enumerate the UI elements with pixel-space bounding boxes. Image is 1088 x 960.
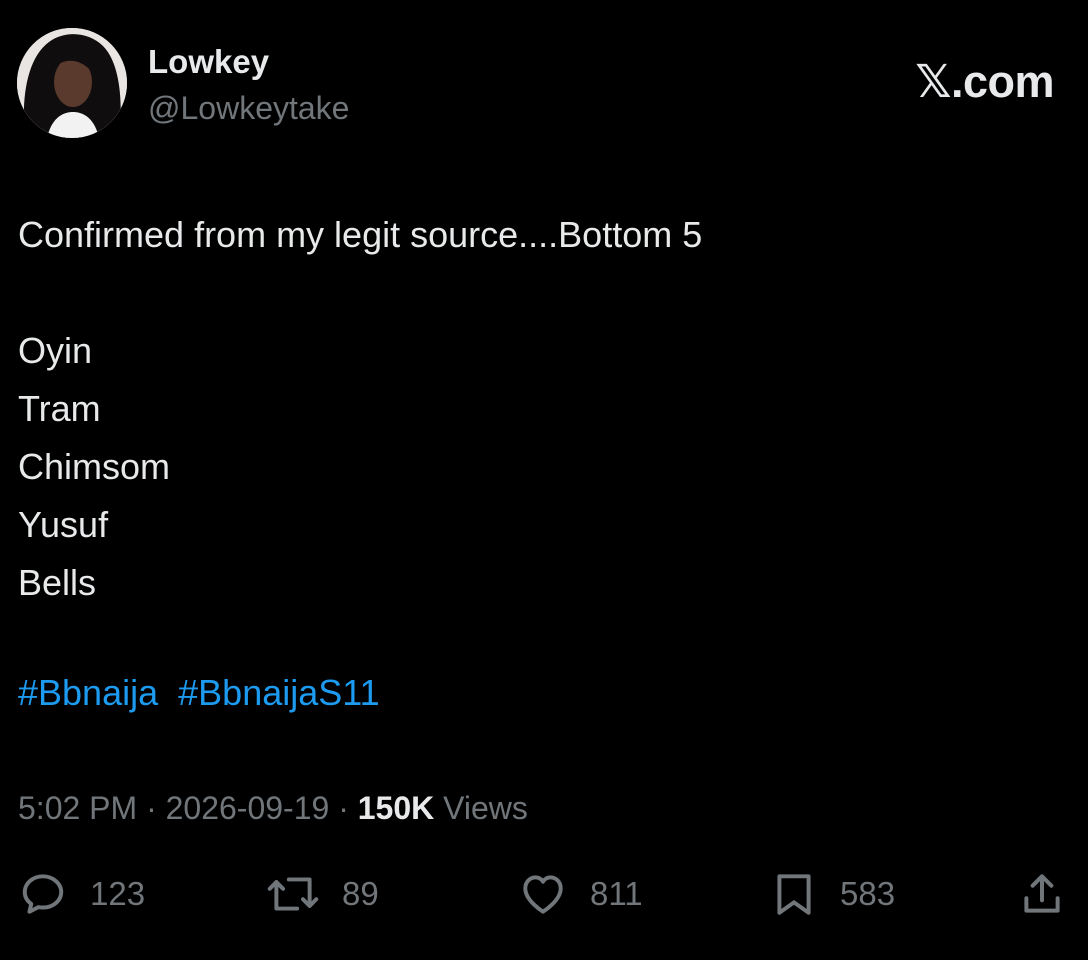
reply-count: 123	[90, 875, 146, 912]
like-count: 811	[590, 875, 643, 912]
hashtags: #Bbnaija #BbnaijaS11	[18, 664, 390, 722]
views-count: 150K	[357, 790, 435, 826]
user-handle[interactable]: @Lowkeytake	[148, 88, 349, 128]
display-name[interactable]: Lowkey	[148, 42, 269, 82]
views-label: Views	[443, 790, 528, 826]
reply-icon	[22, 874, 64, 914]
tweet-text-line: Chimsom	[18, 446, 171, 487]
tweet-text-line: Oyin	[18, 330, 93, 371]
avatar[interactable]	[17, 28, 127, 138]
bookmark-icon	[777, 874, 811, 915]
reply-button[interactable]: 123	[18, 862, 145, 926]
bookmark-button[interactable]: 583	[770, 862, 895, 926]
tweet-card: Lowkey @Lowkeytake 𝕏.com Confirmed from …	[0, 0, 1088, 960]
post-time[interactable]: 5:02 PM	[18, 790, 137, 826]
tweet-text-line: Tram	[18, 388, 101, 429]
tweet-meta: 5:02 PM · 2026-09-19 · 150K Views	[18, 786, 528, 830]
share-button[interactable]	[1018, 862, 1066, 926]
heart-icon	[523, 875, 563, 914]
meta-separator: ·	[137, 790, 166, 826]
retweet-icon	[267, 877, 319, 911]
tweet-text: Confirmed from my legit source....Bottom…	[18, 206, 1058, 612]
hashtag-link[interactable]: #BbnaijaS11	[178, 672, 380, 713]
hashtag-link[interactable]: #Bbnaija	[18, 672, 158, 713]
bookmark-count: 583	[840, 875, 896, 912]
avatar-photo	[17, 28, 127, 138]
post-date[interactable]: 2026-09-19	[166, 790, 330, 826]
action-bar: 123 89 811 583	[0, 862, 1088, 926]
tweet-text-line: Yusuf	[18, 504, 109, 545]
share-icon	[1024, 874, 1060, 913]
tweet-text-line	[18, 264, 1058, 322]
meta-separator: ·	[329, 790, 358, 826]
x-logo: 𝕏.com	[915, 56, 1054, 107]
retweet-count: 89	[342, 875, 379, 912]
tweet-text-line: Confirmed from my legit source....Bottom…	[18, 214, 703, 255]
like-button[interactable]: 811	[518, 862, 643, 926]
retweet-button[interactable]: 89	[266, 862, 379, 926]
tweet-text-line: Bells	[18, 562, 97, 603]
